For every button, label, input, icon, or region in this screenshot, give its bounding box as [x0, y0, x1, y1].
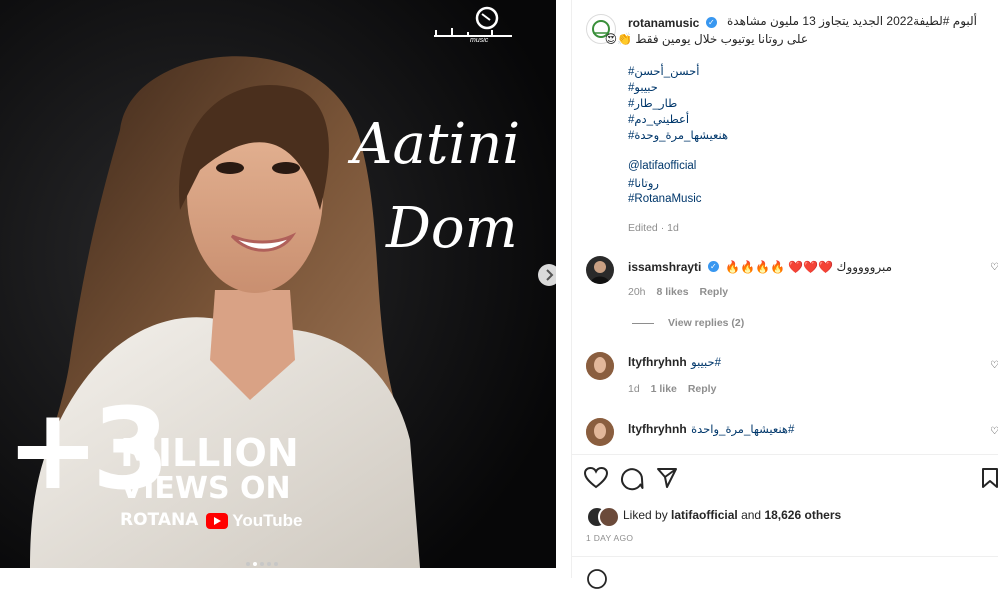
hashtag-link[interactable]: #روتانا [628, 176, 659, 190]
carousel-dot [274, 562, 278, 566]
like-comment-icon[interactable]: ♡ [990, 426, 998, 437]
avatar[interactable] [586, 418, 614, 446]
liker-avatar[interactable] [598, 506, 620, 528]
caption-line1: ألبوم #لطيفة2022 الجديد يتجاوز 13 مليون … [727, 14, 977, 28]
youtube-play-icon [205, 512, 228, 529]
verified-badge-icon: ✓ [707, 261, 719, 273]
comment-text[interactable]: #حبيبو [691, 357, 721, 369]
post-timestamp[interactable]: 1 DAY AGO [586, 533, 633, 543]
verified-badge-icon: ✓ [705, 17, 717, 29]
emoji-icon[interactable] [586, 568, 608, 590]
hashtag-link[interactable]: #أحسن_أحسن [628, 64, 699, 78]
caption-meta: Edited · 1d [628, 222, 679, 234]
youtube-label: YouTube [232, 511, 303, 530]
caption-username[interactable]: rotanamusic [628, 16, 699, 30]
avatar[interactable] [586, 256, 614, 284]
heart-icon[interactable] [584, 467, 608, 489]
like-comment-icon[interactable]: ♡ [990, 262, 998, 273]
carousel-dot [260, 562, 264, 566]
divider [632, 323, 654, 324]
likes-count[interactable]: 18,626 others [764, 508, 841, 522]
carousel-dot [267, 562, 271, 566]
divider [572, 454, 998, 455]
comment-time: 20h [628, 286, 646, 298]
avatar[interactable] [586, 352, 614, 380]
views-line-views-on: VIEWS ON [120, 471, 291, 506]
reply-button[interactable]: Reply [700, 286, 729, 298]
song-title-line1: Aatini [352, 112, 521, 177]
hashtag-link[interactable]: #RotanaMusic [628, 193, 702, 205]
comment-likes[interactable]: 8 likes [656, 286, 688, 298]
post-image[interactable]: music Aatini Dom +3 MILLION VIEWS ON ROT… [0, 0, 556, 568]
liked-by-line: Liked by latifaofficial and 18,626 other… [623, 508, 841, 522]
liked-by-user[interactable]: latifaofficial [671, 508, 738, 522]
mention-link[interactable]: @latifaofficial [628, 160, 696, 172]
carousel-dot [246, 562, 250, 566]
chevron-right-icon [546, 269, 554, 281]
liked-by-prefix: Liked by [623, 508, 668, 522]
view-replies-button[interactable]: View replies (2) [668, 317, 744, 329]
post-details-panel: rotanamusic ✓ ألبوم #لطيفة2022 الجديد يت… [571, 0, 998, 589]
song-title-line2: Dom [386, 196, 518, 261]
comment-username[interactable]: ltyfhryhnh [628, 422, 687, 436]
views-line-million: MILLION [120, 431, 299, 475]
hashtag-link[interactable]: #أعطيني_دم [628, 112, 689, 126]
hashtag-link[interactable]: #طار_طار [628, 96, 677, 110]
comment-time: 1d [628, 383, 640, 395]
divider [572, 556, 998, 557]
hashtag-link[interactable]: #هنعيشها_مرة_وحدة [628, 128, 728, 142]
comment-likes[interactable]: 1 like [651, 383, 677, 395]
views-line-rotana: ROTANA [120, 510, 199, 530]
carousel-dot-active [253, 562, 257, 566]
share-icon[interactable] [656, 467, 678, 489]
comment-icon[interactable] [620, 467, 644, 491]
comment-username[interactable]: ltyfhryhnh [628, 355, 687, 369]
caption-line2: على روتانا يوتيوب خلال يومين فقط 👏😍 [604, 32, 808, 46]
reply-button[interactable]: Reply [688, 383, 717, 395]
bookmark-icon[interactable] [981, 467, 998, 489]
comment-text: مبروووووك ❤️❤️❤️ 🔥🔥🔥🔥 [725, 260, 893, 274]
rotana-logo: music [432, 6, 514, 46]
liked-by-middle: and [741, 508, 762, 522]
like-comment-icon[interactable]: ♡ [990, 360, 998, 371]
logo-caption: music [470, 37, 489, 44]
rotana-youtube-line: ROTANA YouTube [120, 510, 303, 530]
carousel-next-button[interactable] [538, 264, 556, 286]
hashtag-link[interactable]: #حبيبو [628, 80, 658, 94]
comment-text[interactable]: #هنعيشها_مرة_واحدة [691, 424, 794, 436]
comment-username[interactable]: issamshrayti [628, 260, 701, 274]
